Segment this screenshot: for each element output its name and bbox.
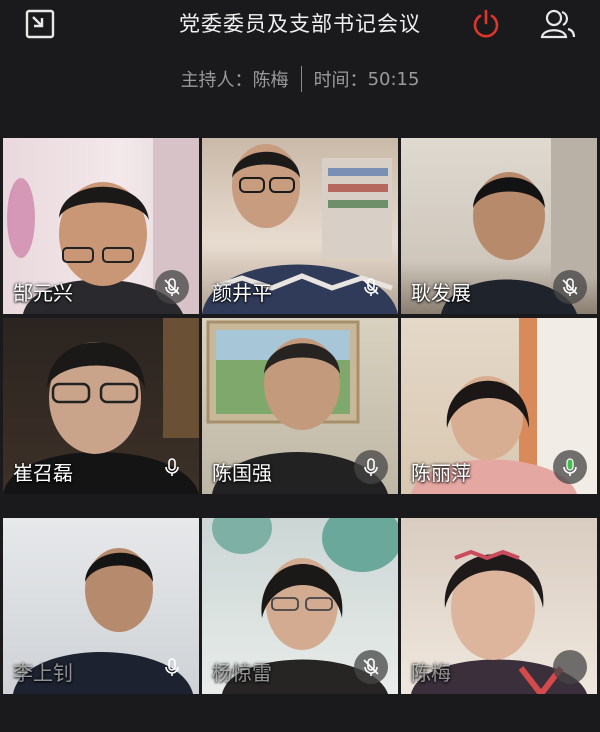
participant-name: 陈丽萍: [411, 461, 471, 485]
video-tile[interactable]: 崔召磊: [3, 318, 199, 494]
time-label: 时间：: [313, 70, 368, 91]
video-tile[interactable]: 陈国强: [202, 318, 398, 494]
video-tile[interactable]: 郜元兴: [3, 138, 199, 314]
mic-muted-icon: [553, 270, 587, 304]
participant-name: 李上钊: [13, 661, 73, 685]
participant-name: 郜元兴: [13, 281, 73, 305]
mic-muted-icon: [354, 650, 388, 684]
mic-muted-icon: [354, 270, 388, 304]
mic-icon: [354, 450, 388, 484]
video-tile[interactable]: 陈丽萍: [401, 318, 597, 494]
video-tile[interactable]: 陈梅: [401, 518, 597, 694]
video-tile[interactable]: 耿发展: [401, 138, 597, 314]
host-label: 主持人：: [180, 70, 253, 91]
participant-name: 陈国强: [212, 461, 272, 485]
participant-name: 崔召磊: [13, 461, 73, 485]
mic-muted-icon: [155, 270, 189, 304]
mic-speaking-icon: [553, 450, 587, 484]
meeting-title: 党委委员及支部书记会议: [179, 12, 421, 36]
meeting-info-bar: 主持人： 陈梅 时间： 50:15: [0, 64, 600, 94]
host-name: 陈梅: [252, 70, 289, 91]
mic-icon: [155, 650, 189, 684]
mic-icon: [155, 450, 189, 484]
top-bar: 党委委员及支部书记会议: [0, 0, 600, 50]
video-tile[interactable]: 李上钊: [3, 518, 199, 694]
video-grid: 郜元兴 颜井平 耿发展 崔召磊 陈国强 陈丽萍 李上钊 杨惊雷 陈梅: [3, 138, 597, 718]
mic-off-icon: [553, 650, 587, 684]
power-icon[interactable]: [468, 6, 504, 42]
participant-name: 颜井平: [212, 281, 272, 305]
participants-icon[interactable]: [540, 6, 576, 42]
participant-name: 陈梅: [411, 661, 451, 685]
participant-name: 耿发展: [411, 281, 471, 305]
meeting-timer: 50:15: [367, 68, 420, 90]
participant-name: 杨惊雷: [212, 661, 272, 685]
video-tile[interactable]: 颜井平: [202, 138, 398, 314]
video-tile[interactable]: 杨惊雷: [202, 518, 398, 694]
divider: [300, 66, 302, 92]
